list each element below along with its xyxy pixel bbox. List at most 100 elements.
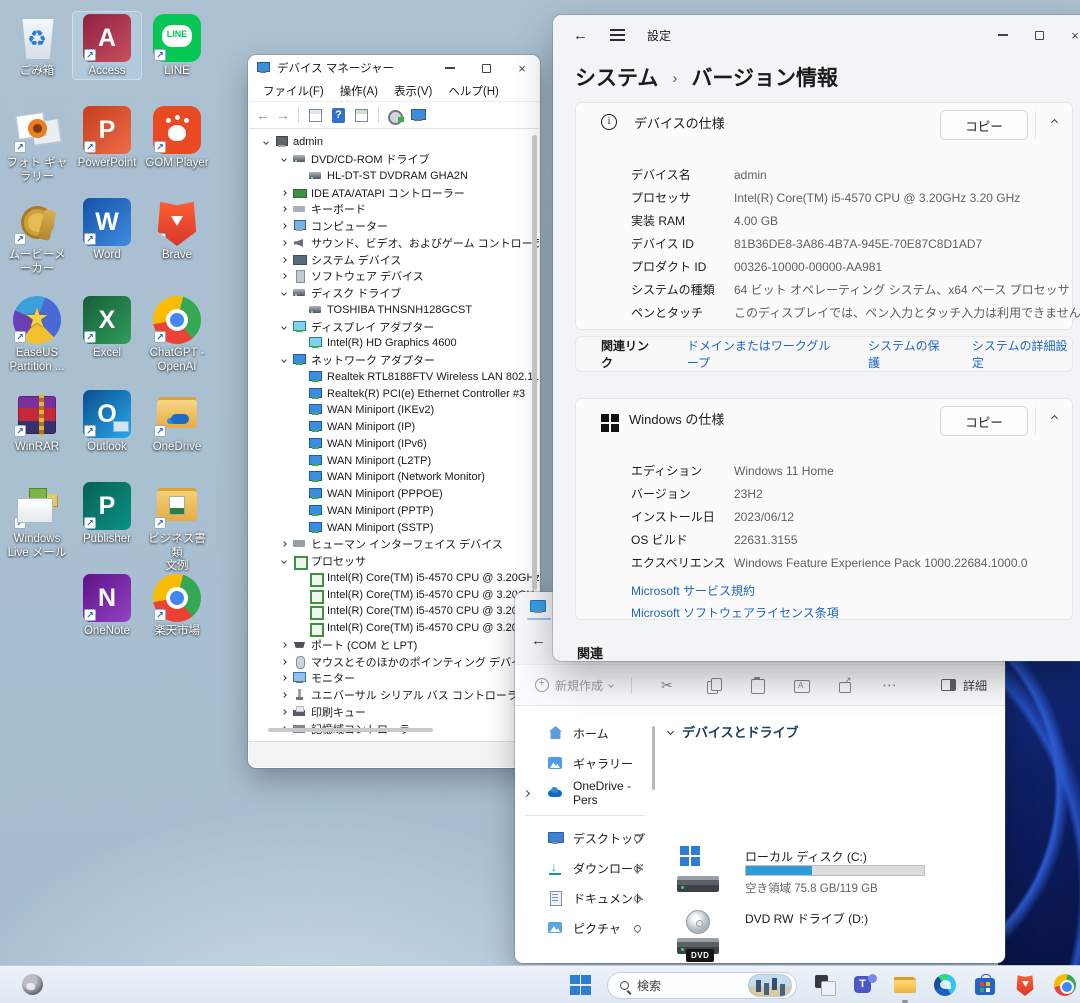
copy-icon[interactable] — [705, 677, 722, 694]
desktop-icon-easeus-partition[interactable]: EaseUSPartition ... — [3, 294, 71, 374]
collapse-chevron-icon[interactable] — [1051, 415, 1058, 422]
drive-item[interactable]: DVDDVD RW ドライブ (D:) — [677, 908, 719, 956]
device-tree-item[interactable]: サウンド、ビデオ、およびゲーム コントローラー — [275, 235, 539, 252]
desktop-icon-excel[interactable]: Excel — [73, 294, 141, 361]
device-tree-item[interactable]: DVD/CD-ROM ドライブ — [275, 151, 539, 168]
device-tree-item[interactable]: Intel(R) Core(TM) i5-4570 CPU @ 3.20GHz — [309, 586, 539, 603]
devices-icon[interactable] — [410, 108, 427, 123]
license-link[interactable]: Microsoft ソフトウェアライセンス条項 — [631, 604, 839, 621]
device-tree-item[interactable]: ディスク ドライブ — [275, 285, 539, 302]
help-icon[interactable] — [330, 108, 347, 123]
device-tree-item[interactable]: Intel(R) HD Graphics 4600 — [309, 335, 539, 352]
sidebar-item-home[interactable]: ホーム — [515, 718, 655, 748]
device-tree-item[interactable]: ヒューマン インターフェイス デバイス — [275, 536, 539, 553]
related-link[interactable]: システムの保護 — [868, 337, 946, 371]
share-icon[interactable] — [837, 677, 854, 694]
drive-item[interactable]: ローカル ディスク (C:)空き領域 75.8 GB/119 GB — [677, 846, 719, 894]
expand-chevron-icon[interactable] — [275, 643, 293, 647]
search-box[interactable]: 検索 — [607, 972, 797, 999]
device-tree-item[interactable]: WAN Miniport (IKEv2) — [309, 402, 539, 419]
sidebar-item-download[interactable]: ダウンロード — [515, 853, 655, 883]
device-manager-titlebar[interactable]: デバイス マネージャー × — [248, 55, 540, 81]
horizontal-scrollbar[interactable] — [268, 728, 433, 732]
desktop-icon-line[interactable]: LINE — [143, 12, 211, 79]
file-explorer-icon[interactable] — [893, 973, 917, 997]
expand-chevron-icon[interactable] — [275, 542, 293, 546]
device-tree-item[interactable]: WAN Miniport (IPv6) — [309, 436, 539, 453]
expand-chevron-icon[interactable] — [275, 710, 293, 714]
copy-button[interactable]: コピー — [940, 110, 1028, 140]
menu-item[interactable]: 操作(A) — [333, 81, 385, 101]
sidebar-item-onedrive[interactable]: OneDrive - Pers — [515, 778, 655, 808]
expand-chevron-icon[interactable] — [275, 676, 293, 680]
desktop-icon-rakuten-ichiba[interactable]: 楽天市場 — [143, 572, 211, 639]
device-tree-item[interactable]: TOSHIBA THNSNH128GCST — [309, 302, 539, 319]
device-tree-item[interactable]: HL-DT-ST DVDRAM GHA2N — [309, 168, 539, 185]
device-tree-item[interactable]: Intel(R) Core(TM) i5-4570 CPU @ 3.20GHz — [309, 603, 539, 620]
device-tree-item[interactable]: キーボード — [275, 201, 539, 218]
device-tree-item[interactable]: WAN Miniport (PPPOE) — [309, 486, 539, 503]
device-tree-item[interactable]: マウスとそのほかのポインティング デバイス — [275, 653, 539, 670]
device-tree-item[interactable]: WAN Miniport (PPTP) — [309, 503, 539, 520]
expand-chevron-icon[interactable] — [275, 358, 293, 362]
device-tree-item[interactable]: ソフトウェア デバイス — [275, 268, 539, 285]
desktop-icon-powerpoint[interactable]: PowerPoint — [73, 104, 141, 171]
device-tree-item[interactable]: ネットワーク アダプター — [275, 352, 539, 369]
menu-item[interactable]: 表示(V) — [387, 81, 439, 101]
task-view-icon[interactable] — [813, 973, 837, 997]
more-options-icon[interactable] — [881, 677, 898, 694]
device-tree-item[interactable]: ユニバーサル シリアル バス コントローラー — [275, 687, 539, 704]
sidebar-item-desktop[interactable]: デスクトップ — [515, 823, 655, 853]
maximize-button[interactable] — [468, 55, 504, 81]
desktop-icon-access[interactable]: Access — [73, 12, 141, 79]
teams-icon[interactable] — [853, 973, 877, 997]
vertical-scrollbar[interactable] — [532, 135, 537, 590]
desktop-icon-photo-gallery[interactable]: フォト ギャラリー — [3, 104, 71, 184]
related-link[interactable]: システムの詳細設定 — [972, 337, 1072, 371]
desktop-icon-business-docs[interactable]: ビジネス書類文例 — [143, 480, 211, 574]
related-link[interactable]: ドメインまたはワークグループ — [687, 337, 842, 371]
device-tree-item[interactable]: WAN Miniport (IP) — [309, 419, 539, 436]
console-tree-icon[interactable] — [307, 108, 324, 123]
breadcrumb-system[interactable]: システム — [575, 62, 658, 92]
desktop-icon-recycle-bin[interactable]: ごみ箱 — [3, 12, 71, 79]
device-tree-item[interactable]: Intel(R) Core(TM) i5-4570 CPU @ 3.20GHz — [309, 570, 539, 587]
device-tree-item[interactable]: WAN Miniport (Network Monitor) — [309, 469, 539, 486]
edge-icon[interactable] — [933, 973, 957, 997]
back-icon[interactable]: ← — [531, 632, 546, 649]
expand-chevron-icon[interactable] — [275, 693, 293, 697]
device-tree-item[interactable]: Intel(R) Core(TM) i5-4570 CPU @ 3.20GHz — [309, 620, 539, 637]
maximize-button[interactable] — [1021, 15, 1057, 55]
brave-icon[interactable] — [1013, 973, 1037, 997]
device-tree-item[interactable]: プロセッサ — [275, 553, 539, 570]
copilot-icon[interactable] — [22, 974, 43, 995]
license-link[interactable]: Microsoft サービス規約 — [631, 582, 839, 599]
device-tree-item[interactable]: 印刷キュー — [275, 704, 539, 721]
desktop-icon-winrar[interactable]: WinRAR — [3, 388, 71, 455]
device-tree-item[interactable]: システム デバイス — [275, 251, 539, 268]
desktop-icon-onedrive[interactable]: OneDrive — [143, 388, 211, 455]
device-tree-item[interactable]: Realtek RTL8188FTV Wireless LAN 802.11n — [309, 369, 539, 386]
back-icon[interactable]: ← — [256, 108, 270, 122]
expand-chevron-icon[interactable] — [257, 140, 275, 144]
expand-chevron-icon[interactable] — [275, 207, 293, 211]
collapse-chevron-icon[interactable] — [1051, 119, 1058, 126]
this-pc-tab-icon[interactable] — [530, 600, 546, 614]
details-view-button[interactable]: 詳細 — [941, 677, 987, 694]
device-tree-item[interactable]: コンピューター — [275, 218, 539, 235]
copy-button[interactable]: コピー — [940, 406, 1028, 436]
device-tree-item[interactable]: モニター — [275, 670, 539, 687]
device-tree-item[interactable]: IDE ATA/ATAPI コントローラー — [275, 184, 539, 201]
sidebar-item-picture[interactable]: ピクチャ — [515, 913, 655, 943]
expand-chevron-icon[interactable] — [275, 224, 293, 228]
properties-icon[interactable] — [353, 108, 370, 123]
expand-chevron-icon[interactable] — [275, 258, 293, 262]
device-tree-item[interactable]: ディスプレイ アダプター — [275, 318, 539, 335]
menu-item[interactable]: ファイル(F) — [256, 81, 331, 101]
expand-chevron-icon[interactable] — [275, 291, 293, 295]
chrome-icon[interactable] — [1053, 973, 1077, 997]
scan-hardware-icon[interactable] — [387, 108, 404, 123]
expand-chevron-icon[interactable] — [275, 241, 293, 245]
cut-icon[interactable] — [661, 677, 678, 694]
device-tree-item[interactable]: admin — [257, 134, 539, 151]
